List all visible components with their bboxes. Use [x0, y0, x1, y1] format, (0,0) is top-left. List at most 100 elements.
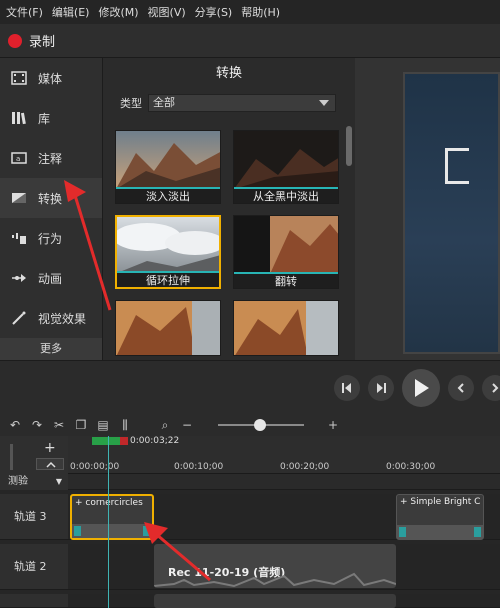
magic-wand-icon: [10, 310, 28, 326]
type-filter-row: 类型 全部: [120, 94, 336, 112]
sidebar-item-label: 媒体: [38, 71, 63, 86]
sidebar-item-label: 动画: [38, 271, 63, 286]
transition-thumb-5[interactable]: [115, 300, 221, 356]
next-button[interactable]: [482, 375, 500, 401]
preview-screen[interactable]: [403, 72, 500, 354]
zoom-slider-thumb[interactable]: [254, 419, 266, 431]
sidebar-item-animations[interactable]: 动画: [0, 258, 102, 298]
clip-right-handle[interactable]: [474, 527, 481, 537]
track-height-slider[interactable]: [10, 444, 13, 470]
play-button[interactable]: [402, 369, 440, 407]
quiz-label: 测验: [8, 476, 28, 487]
audio-clip[interactable]: Rec 11-20-19 (音频): [154, 544, 396, 588]
transition-thumb-6[interactable]: [233, 300, 339, 356]
transition-thumb-fade[interactable]: 淡入淡出: [115, 130, 221, 204]
cut-icon[interactable]: ✂: [48, 416, 70, 434]
waveform: [154, 572, 396, 588]
timeline-toolbar: ↶ ↷ ✂ ❐ ▤ ⫼ ⌕ − +: [0, 414, 500, 436]
track-3-label[interactable]: 轨道 3: [0, 494, 68, 540]
record-icon[interactable]: [8, 33, 22, 48]
timeline-ruler[interactable]: 0:00:03;22 0:00:00;00 0:00:10;00 0:00:20…: [68, 436, 500, 474]
quiz-track-label[interactable]: 测验 ▼: [0, 474, 68, 490]
clip-bar: [72, 524, 152, 538]
playhead-time: 0:00:03;22: [130, 436, 180, 446]
zoom-in-button[interactable]: +: [322, 416, 344, 434]
timeline: + 0:00:03;22 0:00:00;00 0:00:10;00 0:00:…: [0, 436, 500, 608]
sidebar-item-transitions[interactable]: 转换: [0, 178, 102, 218]
collapse-button[interactable]: [36, 458, 64, 470]
paste-icon[interactable]: ▤: [92, 416, 114, 434]
preview-glyph: [445, 148, 469, 184]
sidebar-item-annotations[interactable]: a 注释: [0, 138, 102, 178]
sidebar-item-visual-effects[interactable]: 视觉效果: [0, 298, 102, 338]
more-button[interactable]: 更多: [0, 338, 102, 360]
sidebar-item-media[interactable]: 媒体: [0, 58, 102, 98]
type-select-value: 全部: [153, 96, 175, 109]
quiz-track[interactable]: [68, 474, 500, 490]
undo-icon[interactable]: ↶: [4, 416, 26, 434]
books-icon: [10, 110, 28, 126]
chevron-down-icon: [319, 100, 329, 106]
sidebar-item-library[interactable]: 库: [0, 98, 102, 138]
clip-cornercircles[interactable]: + cornercircles: [70, 494, 154, 540]
step-back-icon: [342, 383, 351, 393]
transition-thumb-cube-rotate[interactable]: 循环拉伸: [115, 215, 221, 289]
type-label: 类型: [120, 97, 142, 110]
menu-edit[interactable]: 编辑(E): [52, 4, 90, 20]
film-icon: [10, 70, 28, 86]
zoom-search-icon[interactable]: ⌕: [154, 416, 176, 434]
zoom-out-button[interactable]: −: [176, 416, 198, 434]
clip-simple-bright[interactable]: + Simple Bright C: [396, 494, 484, 540]
add-track-button[interactable]: +: [44, 440, 56, 456]
ruler-label: 0:00:00;00: [70, 462, 120, 472]
chevron-right-icon: [492, 383, 499, 393]
clip-left-handle[interactable]: [399, 527, 406, 537]
redo-icon[interactable]: ↷: [26, 416, 48, 434]
annotation-icon: a: [10, 150, 28, 166]
sidebar-item-label: 转换: [38, 191, 63, 206]
track-3[interactable]: + cornercircles + Simple Bright C: [68, 494, 500, 540]
copy-icon[interactable]: ❐: [70, 416, 92, 434]
track-2-label[interactable]: 轨道 2: [0, 544, 68, 590]
step-back-button[interactable]: [334, 375, 360, 401]
step-forward-button[interactable]: [368, 375, 394, 401]
menu-file[interactable]: 文件(F): [6, 4, 43, 20]
timeline-header-left: +: [0, 436, 68, 474]
behavior-icon: [10, 230, 28, 246]
ruler-label: 0:00:30;00: [386, 462, 436, 472]
clip-right-handle[interactable]: [143, 526, 150, 536]
track-name: 轨道 2: [14, 560, 47, 573]
chevron-left-icon: [457, 383, 464, 393]
chevron-up-icon: [46, 461, 56, 468]
menu-share[interactable]: 分享(S): [195, 4, 233, 20]
panel-scrollbar[interactable]: [346, 126, 352, 166]
sidebar-item-label: 行为: [38, 231, 63, 246]
type-select[interactable]: 全部: [148, 94, 336, 112]
menu-view[interactable]: 视图(V): [148, 4, 186, 20]
record-bar: 录制: [0, 24, 500, 58]
previous-button[interactable]: [448, 375, 474, 401]
transition-thumb-flip[interactable]: 翻转: [233, 215, 339, 289]
split-icon[interactable]: ⫼: [114, 416, 136, 434]
record-button[interactable]: 录制: [29, 31, 55, 50]
mountain-thumbnail: [234, 131, 338, 187]
selection-end-marker[interactable]: [120, 437, 128, 445]
sidebar-item-label: 库: [38, 111, 51, 126]
sidebar-item-behaviors[interactable]: 行为: [0, 218, 102, 258]
video-clip[interactable]: [154, 594, 396, 608]
playhead-line[interactable]: [108, 436, 109, 608]
chevron-down-icon: ▼: [55, 477, 62, 486]
menu-bar: 文件(F) 编辑(E) 修改(M) 视图(V) 分享(S) 帮助(H): [0, 0, 500, 24]
thumb-caption: 淡入淡出: [116, 187, 220, 203]
tools-sidebar: 媒体 库 a 注释 转换 行为 动画 视觉效果 更多: [0, 58, 103, 360]
mountain-thumbnail: [234, 216, 338, 272]
menu-help[interactable]: 帮助(H): [241, 4, 280, 20]
transition-thumb-fade-from-black[interactable]: 从全黑中淡出: [233, 130, 339, 204]
thumb-caption: 循环拉伸: [117, 271, 219, 287]
panel-title: 转换: [215, 66, 242, 81]
clip-left-handle[interactable]: [74, 526, 81, 536]
transitions-panel: 转换 类型 全部 淡入淡出 从全黑中淡出 循环拉伸 翻转: [104, 58, 354, 360]
menu-modify[interactable]: 修改(M): [98, 4, 138, 20]
track-1-label[interactable]: [0, 594, 68, 608]
mountain-thumbnail: [116, 301, 220, 355]
